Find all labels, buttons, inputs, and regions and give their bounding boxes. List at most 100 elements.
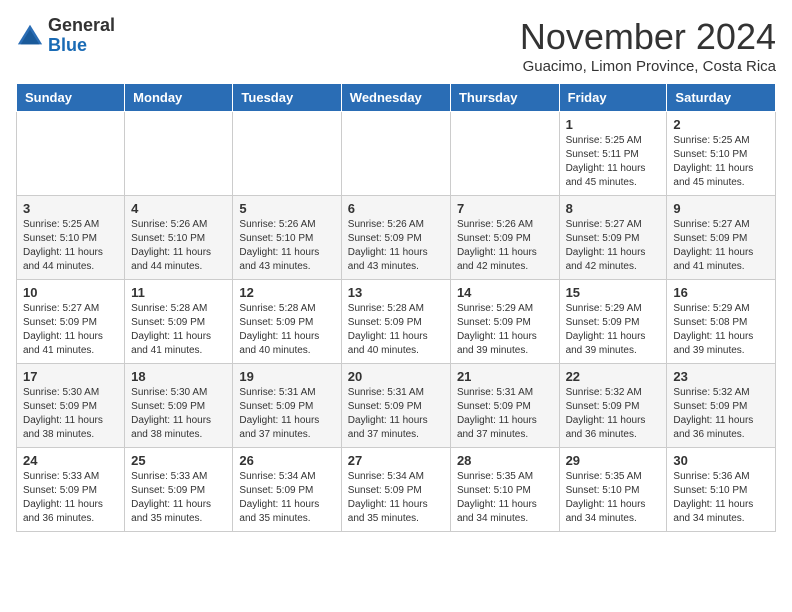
day-info: Sunrise: 5:35 AM Sunset: 5:10 PM Dayligh… <box>566 470 661 526</box>
calendar-cell: 9 Sunrise: 5:27 AM Sunset: 5:09 PM Daylig… <box>667 196 776 280</box>
day-number: 25 <box>131 453 226 468</box>
day-number: 23 <box>673 369 769 384</box>
day-number: 21 <box>457 369 553 384</box>
title-block: November 2024 Guacimo, Limon Province, C… <box>520 16 776 75</box>
calendar-cell: 14Sunrise: 5:29 AM Sunset: 5:09 PM Dayli… <box>450 280 559 364</box>
day-info: Sunrise: 5:36 AM Sunset: 5:10 PM Dayligh… <box>673 470 769 526</box>
day-number: 18 <box>131 369 226 384</box>
day-number: 27 <box>348 453 444 468</box>
day-number: 24 <box>23 453 118 468</box>
day-info: Sunrise: 5:31 AM Sunset: 5:09 PM Dayligh… <box>348 386 444 442</box>
calendar-cell <box>341 112 450 196</box>
calendar-header-row: SundayMondayTuesdayWednesdayThursdayFrid… <box>17 84 776 112</box>
calendar-cell: 27 Sunrise: 5:34 AM Sunset: 5:09 PM Dayli… <box>341 448 450 532</box>
month-title: November 2024 <box>520 16 776 58</box>
day-number: 8 <box>566 201 661 216</box>
calendar-cell: 7 Sunrise: 5:26 AM Sunset: 5:09 PM Daylig… <box>450 196 559 280</box>
day-number: 3 <box>23 201 118 216</box>
calendar-cell: 11 Sunrise: 5:28 AM Sunset: 5:09 PM Dayli… <box>125 280 233 364</box>
calendar-cell: 24 Sunrise: 5:33 AM Sunset: 5:09 PM Dayli… <box>17 448 125 532</box>
day-info: Sunrise: 5:25 AM Sunset: 5:11 PM Dayligh… <box>566 134 661 190</box>
calendar-day-header: Wednesday <box>341 84 450 112</box>
day-info: Sunrise: 5:26 AM Sunset: 5:09 PM Dayligh… <box>348 218 444 274</box>
calendar-day-header: Thursday <box>450 84 559 112</box>
day-info: Sunrise: 5:29 AM Sunset: 5:09 PM Dayligh… <box>566 302 661 358</box>
day-info: Sunrise: 5:30 AM Sunset: 5:09 PM Dayligh… <box>23 386 118 442</box>
day-number: 5 <box>239 201 334 216</box>
logo-icon <box>16 22 44 50</box>
day-info: Sunrise: 5:26 AM Sunset: 5:09 PM Dayligh… <box>457 218 553 274</box>
day-number: 16 <box>673 285 769 300</box>
day-number: 2 <box>673 117 769 132</box>
calendar-cell: 8Sunrise: 5:27 AM Sunset: 5:09 PM Daylig… <box>559 196 667 280</box>
calendar-cell: 20Sunrise: 5:31 AM Sunset: 5:09 PM Dayli… <box>341 364 450 448</box>
calendar-cell: 18 Sunrise: 5:30 AM Sunset: 5:09 PM Dayli… <box>125 364 233 448</box>
day-number: 10 <box>23 285 118 300</box>
day-info: Sunrise: 5:32 AM Sunset: 5:09 PM Dayligh… <box>566 386 661 442</box>
day-number: 29 <box>566 453 661 468</box>
day-info: Sunrise: 5:28 AM Sunset: 5:09 PM Dayligh… <box>131 302 226 358</box>
day-info: Sunrise: 5:26 AM Sunset: 5:10 PM Dayligh… <box>131 218 226 274</box>
calendar-cell: 29 Sunrise: 5:35 AM Sunset: 5:10 PM Dayli… <box>559 448 667 532</box>
calendar-cell: 6 Sunrise: 5:26 AM Sunset: 5:09 PM Daylig… <box>341 196 450 280</box>
calendar-cell: 15 Sunrise: 5:29 AM Sunset: 5:09 PM Dayli… <box>559 280 667 364</box>
calendar-day-header: Monday <box>125 84 233 112</box>
calendar-cell: 10 Sunrise: 5:27 AM Sunset: 5:09 PM Dayli… <box>17 280 125 364</box>
day-info: Sunrise: 5:29 AM Sunset: 5:08 PM Dayligh… <box>673 302 769 358</box>
calendar-cell <box>233 112 341 196</box>
calendar-week-row: 17 Sunrise: 5:30 AM Sunset: 5:09 PM Dayli… <box>17 364 776 448</box>
calendar-day-header: Friday <box>559 84 667 112</box>
day-number: 14 <box>457 285 553 300</box>
day-info: Sunrise: 5:31 AM Sunset: 5:09 PM Dayligh… <box>457 386 553 442</box>
day-number: 1 <box>566 117 661 132</box>
day-number: 11 <box>131 285 226 300</box>
day-info: Sunrise: 5:31 AM Sunset: 5:09 PM Dayligh… <box>239 386 334 442</box>
calendar-week-row: 1 Sunrise: 5:25 AM Sunset: 5:11 PM Daylig… <box>17 112 776 196</box>
calendar-cell: 25 Sunrise: 5:33 AM Sunset: 5:09 PM Dayli… <box>125 448 233 532</box>
day-number: 19 <box>239 369 334 384</box>
day-number: 30 <box>673 453 769 468</box>
day-info: Sunrise: 5:30 AM Sunset: 5:09 PM Dayligh… <box>131 386 226 442</box>
logo-general-text: General <box>48 15 115 35</box>
day-number: 9 <box>673 201 769 216</box>
day-info: Sunrise: 5:26 AM Sunset: 5:10 PM Dayligh… <box>239 218 334 274</box>
calendar-day-header: Tuesday <box>233 84 341 112</box>
day-info: Sunrise: 5:28 AM Sunset: 5:09 PM Dayligh… <box>348 302 444 358</box>
calendar-cell: 17 Sunrise: 5:30 AM Sunset: 5:09 PM Dayli… <box>17 364 125 448</box>
day-info: Sunrise: 5:25 AM Sunset: 5:10 PM Dayligh… <box>23 218 118 274</box>
logo-blue-text: Blue <box>48 35 87 55</box>
calendar-cell: 2 Sunrise: 5:25 AM Sunset: 5:10 PM Daylig… <box>667 112 776 196</box>
day-info: Sunrise: 5:33 AM Sunset: 5:09 PM Dayligh… <box>23 470 118 526</box>
calendar-week-row: 3 Sunrise: 5:25 AM Sunset: 5:10 PM Daylig… <box>17 196 776 280</box>
calendar-day-header: Saturday <box>667 84 776 112</box>
day-number: 17 <box>23 369 118 384</box>
day-number: 15 <box>566 285 661 300</box>
day-info: Sunrise: 5:28 AM Sunset: 5:09 PM Dayligh… <box>239 302 334 358</box>
calendar-cell: 13 Sunrise: 5:28 AM Sunset: 5:09 PM Dayli… <box>341 280 450 364</box>
day-info: Sunrise: 5:33 AM Sunset: 5:09 PM Dayligh… <box>131 470 226 526</box>
day-info: Sunrise: 5:27 AM Sunset: 5:09 PM Dayligh… <box>23 302 118 358</box>
day-number: 6 <box>348 201 444 216</box>
calendar-week-row: 10 Sunrise: 5:27 AM Sunset: 5:09 PM Dayli… <box>17 280 776 364</box>
day-info: Sunrise: 5:25 AM Sunset: 5:10 PM Dayligh… <box>673 134 769 190</box>
day-number: 26 <box>239 453 334 468</box>
calendar-cell: 4Sunrise: 5:26 AM Sunset: 5:10 PM Daylig… <box>125 196 233 280</box>
day-info: Sunrise: 5:27 AM Sunset: 5:09 PM Dayligh… <box>673 218 769 274</box>
calendar-cell <box>17 112 125 196</box>
location: Guacimo, Limon Province, Costa Rica <box>520 58 776 75</box>
calendar-cell: 16 Sunrise: 5:29 AM Sunset: 5:08 PM Dayli… <box>667 280 776 364</box>
day-number: 28 <box>457 453 553 468</box>
calendar-cell: 28Sunrise: 5:35 AM Sunset: 5:10 PM Dayli… <box>450 448 559 532</box>
page-header: General Blue November 2024 Guacimo, Limo… <box>16 16 776 75</box>
calendar-cell: 12Sunrise: 5:28 AM Sunset: 5:09 PM Dayli… <box>233 280 341 364</box>
calendar-cell: 19 Sunrise: 5:31 AM Sunset: 5:09 PM Dayli… <box>233 364 341 448</box>
calendar-cell: 23Sunrise: 5:32 AM Sunset: 5:09 PM Dayli… <box>667 364 776 448</box>
calendar-cell: 22Sunrise: 5:32 AM Sunset: 5:09 PM Dayli… <box>559 364 667 448</box>
day-number: 13 <box>348 285 444 300</box>
day-info: Sunrise: 5:34 AM Sunset: 5:09 PM Dayligh… <box>348 470 444 526</box>
calendar-cell: 5 Sunrise: 5:26 AM Sunset: 5:10 PM Daylig… <box>233 196 341 280</box>
day-number: 7 <box>457 201 553 216</box>
day-info: Sunrise: 5:34 AM Sunset: 5:09 PM Dayligh… <box>239 470 334 526</box>
logo-text: General Blue <box>48 16 115 56</box>
calendar-cell: 21 Sunrise: 5:31 AM Sunset: 5:09 PM Dayli… <box>450 364 559 448</box>
